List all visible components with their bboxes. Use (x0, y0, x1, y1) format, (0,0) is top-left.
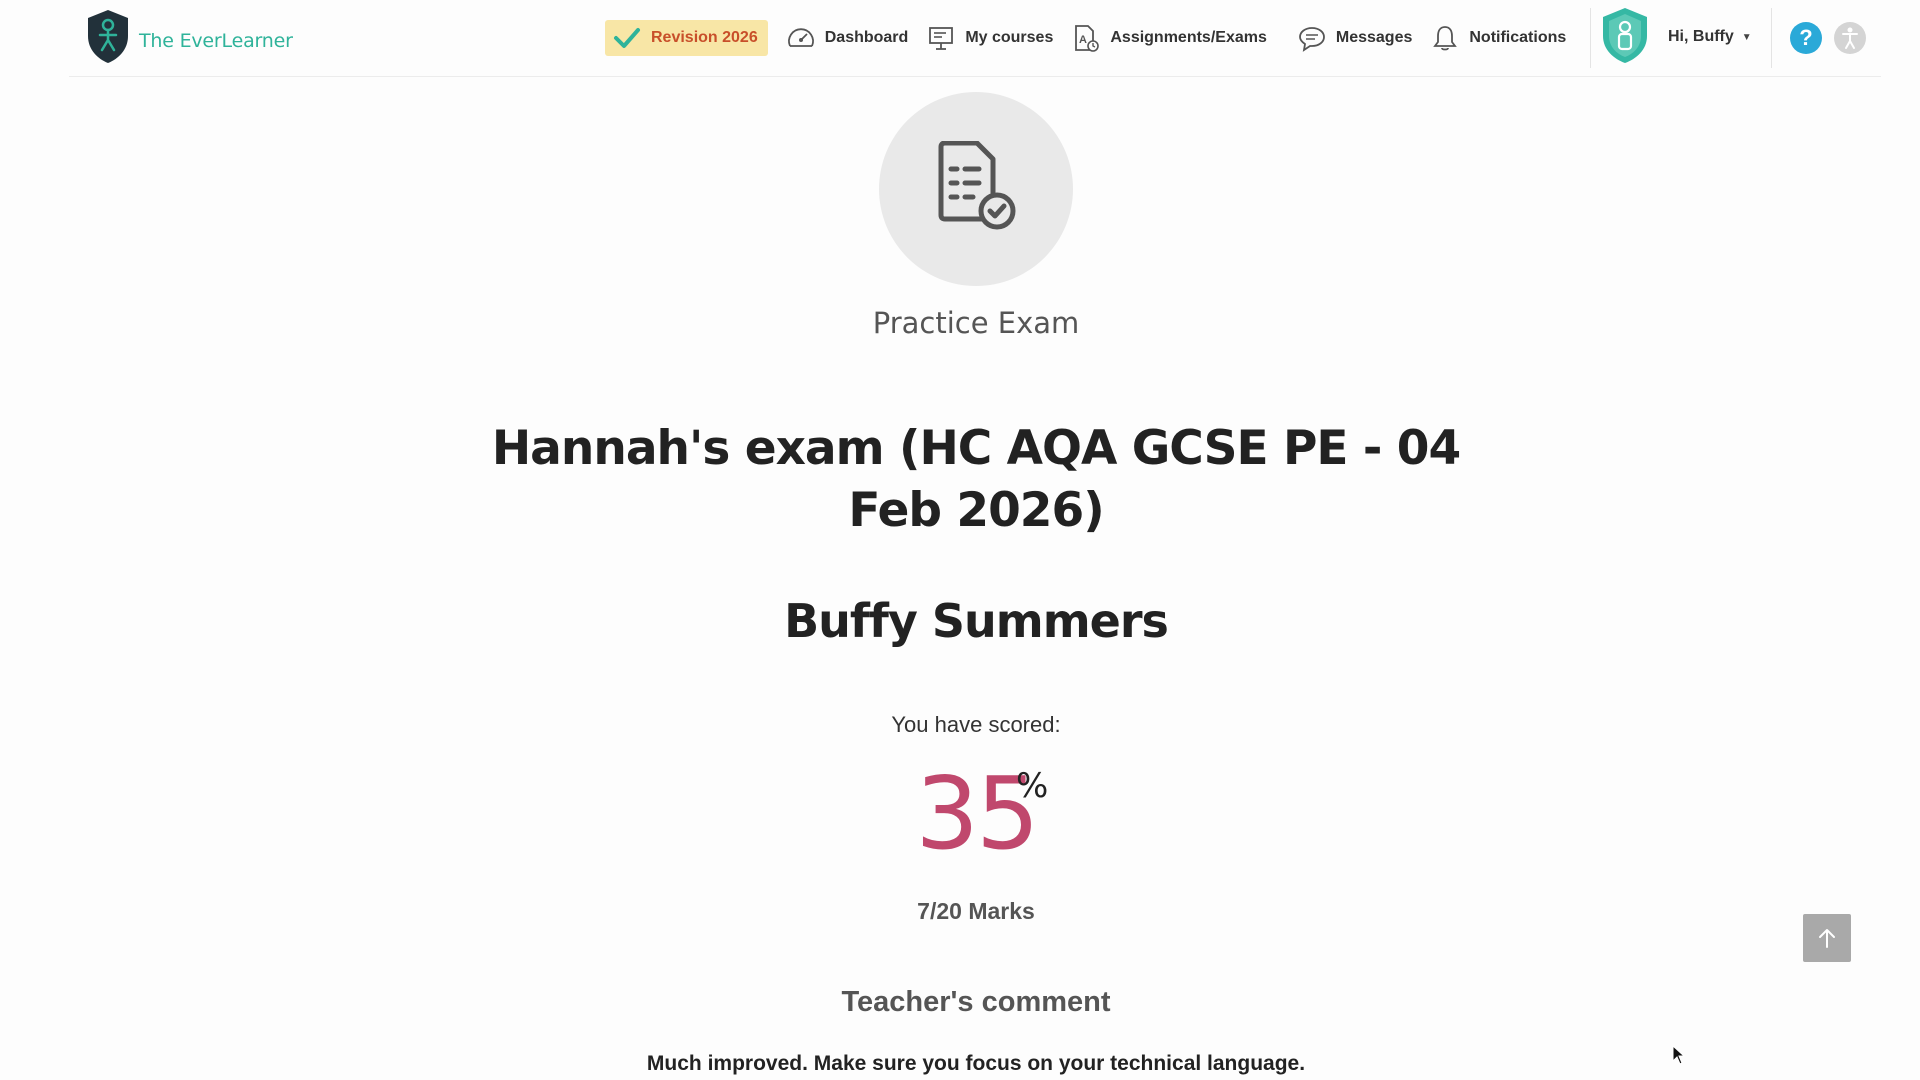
user-greeting: Hi, Buffy (1668, 28, 1734, 45)
mouse-cursor-icon (1672, 1045, 1686, 1065)
student-name: Buffy Summers (784, 594, 1169, 648)
nav-item-messages[interactable]: Messages (1297, 24, 1413, 52)
chevron-down-icon: ▼ (1741, 31, 1752, 43)
marks-total: 7/20 Marks (917, 898, 1035, 924)
revision-label: Revision 2026 (651, 29, 758, 46)
help-question-icon: ? (1799, 25, 1813, 50)
exam-document-icon: A (1075, 25, 1100, 52)
bell-icon (1433, 26, 1458, 51)
user-shield-avatar-icon (1603, 7, 1647, 63)
nav-label-assignments-exams: Assignments/Exams (1110, 29, 1267, 46)
accessibility-button[interactable] (1834, 22, 1866, 54)
presentation-board-icon (929, 27, 954, 50)
nav-label-messages: Messages (1335, 29, 1413, 46)
nav-label-notifications: Notifications (1469, 29, 1567, 46)
scroll-to-top-button[interactable] (1803, 914, 1851, 962)
nav-item-my-courses[interactable]: My courses (926, 24, 1053, 52)
top-navigation-bar: The EverLearner Revision 2026 Dashboard (69, 0, 1881, 77)
revision-button[interactable]: Revision 2026 (605, 20, 768, 56)
scored-label: You have scored: (891, 712, 1061, 737)
exam-icon-circle (879, 92, 1073, 286)
page: The EverLearner Revision 2026 Dashboard (0, 0, 1920, 1080)
header-divider (1771, 8, 1772, 68)
teacher-comment-heading: Teacher's comment (841, 986, 1111, 1018)
user-menu[interactable]: Hi, Buffy ▼ (1600, 6, 1752, 68)
nav-item-assignments-exams[interactable]: A Assignments/Exams (1071, 24, 1267, 52)
help-button[interactable]: ? (1790, 22, 1822, 54)
score-unit: % (1016, 766, 1049, 806)
shield-logo-icon (88, 10, 128, 63)
nav-item-notifications[interactable]: Notifications (1430, 24, 1566, 52)
dashboard-gauge-icon (787, 28, 814, 47)
accessibility-icon (1842, 27, 1858, 49)
everlearner-logo[interactable]: The EverLearner (85, 8, 293, 64)
score-display: 35 % (860, 754, 1092, 874)
exam-type-label: Practice Exam (872, 306, 1080, 340)
page-title: Hannah's exam (HC AQA GCSE PE - 04 Feb 2… (491, 421, 1461, 538)
nav-label-dashboard: Dashboard (824, 29, 909, 46)
nav-item-dashboard[interactable]: Dashboard (786, 24, 909, 52)
avatar (1600, 6, 1650, 69)
teacher-comment-text: Much improved. Make sure you focus on yo… (646, 1052, 1306, 1075)
speech-bubble-icon (1298, 27, 1325, 52)
document-check-icon (938, 141, 1016, 230)
brand-name: The EverLearner (139, 30, 293, 52)
checkmark-icon (614, 28, 640, 48)
svg-text:A: A (1079, 34, 1087, 46)
arrow-up-icon (1819, 929, 1835, 948)
header-divider (1590, 8, 1591, 68)
nav-label-my-courses: My courses (965, 29, 1054, 46)
main-nav: Revision 2026 Dashboard My courses A Ass… (605, 18, 1584, 58)
